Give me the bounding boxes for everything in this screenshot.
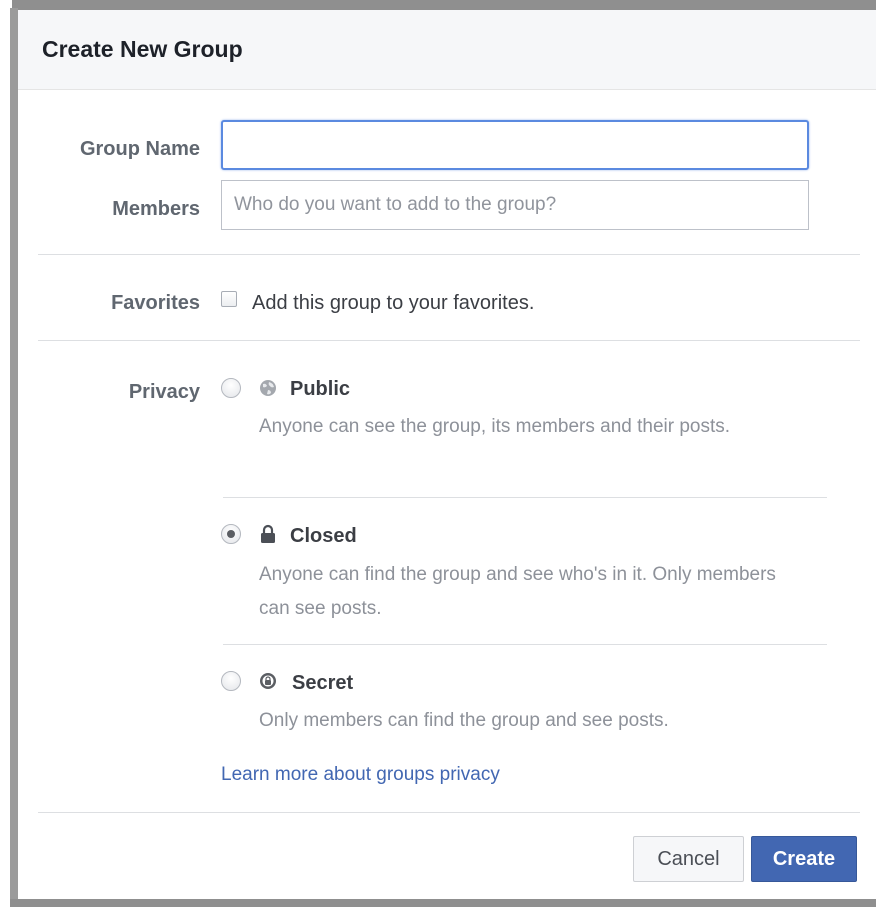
privacy-public-title: Public — [290, 378, 351, 400]
secret-lock-icon — [258, 671, 278, 691]
favorites-checkbox-text: Add this group to your favorites. — [252, 292, 535, 314]
privacy-public-radio[interactable] — [221, 378, 241, 398]
globe-icon — [258, 378, 278, 398]
privacy-closed-radio[interactable] — [221, 524, 241, 544]
learn-more-privacy-link[interactable]: Learn more about groups privacy — [221, 764, 500, 786]
privacy-secret-title: Secret — [292, 672, 354, 694]
privacy-secret-radio[interactable] — [221, 671, 241, 691]
privacy-closed-title: Closed — [290, 525, 357, 547]
create-group-dialog: Create New Group Group Name Members Favo… — [18, 10, 876, 899]
background-frame — [12, 0, 876, 10]
members-label: Members — [112, 198, 200, 220]
background-frame — [10, 8, 18, 907]
option-divider — [223, 497, 827, 498]
section-divider — [38, 340, 860, 341]
option-divider — [223, 644, 827, 645]
create-button[interactable]: Create — [751, 836, 857, 882]
dialog-title: Create New Group — [42, 36, 243, 62]
footer-divider — [38, 812, 860, 813]
privacy-closed-description: Anyone can find the group and see who's … — [259, 564, 776, 619]
background-frame — [10, 899, 876, 907]
dialog-header: Create New Group — [18, 10, 876, 90]
members-input[interactable] — [221, 180, 809, 230]
section-divider — [38, 254, 860, 255]
privacy-label: Privacy — [128, 381, 200, 403]
favorites-checkbox[interactable] — [221, 291, 237, 307]
group-name-label: Group Name — [79, 138, 200, 160]
group-name-input[interactable] — [221, 120, 809, 170]
privacy-secret-description: Only members can find the group and see … — [259, 710, 669, 731]
favorites-label: Favorites — [111, 292, 200, 314]
privacy-public-description: Anyone can see the group, its members an… — [259, 416, 731, 437]
cancel-button[interactable]: Cancel — [633, 836, 744, 882]
lock-icon — [258, 524, 278, 544]
